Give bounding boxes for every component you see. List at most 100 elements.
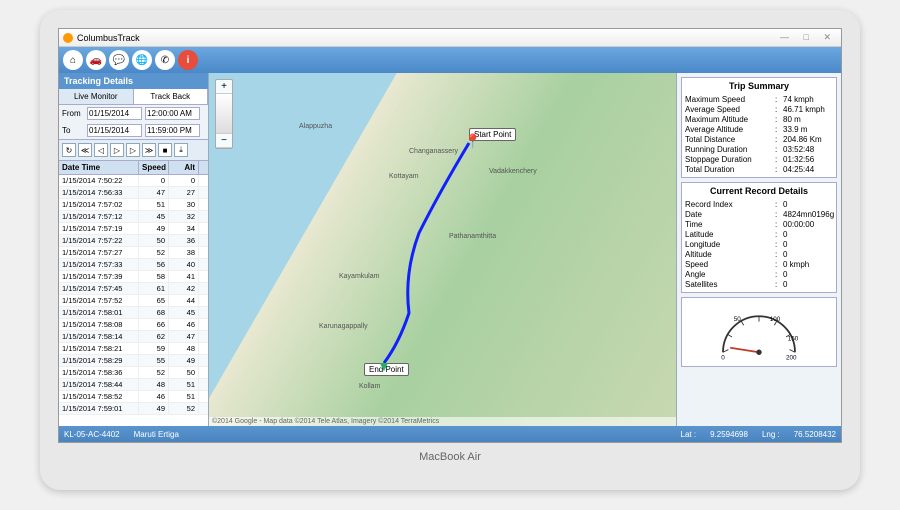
- current-record-title: Current Record Details: [685, 186, 833, 196]
- right-panel: Trip Summary Maximum Speed:74 kmphAverag…: [676, 73, 841, 426]
- summary-row: Average Speed:46.71 kmph: [685, 104, 833, 114]
- summary-row: Total Distance:204.86 Km: [685, 134, 833, 144]
- col-datetime[interactable]: Date Time: [59, 161, 139, 174]
- status-vehicle: Maruti Ertiga: [134, 430, 179, 439]
- left-panel: Tracking Details Live Monitor Track Back…: [59, 73, 209, 426]
- summary-row: Maximum Speed:74 kmph: [685, 94, 833, 104]
- current-record-section: Current Record Details Record Index:0Dat…: [681, 182, 837, 293]
- playback-toolbar: ↻ ≪ ◁ ▷ ▷ ≫ ■ ⤓: [59, 139, 208, 161]
- col-speed[interactable]: Speed: [139, 161, 169, 174]
- from-date-input[interactable]: [87, 107, 142, 120]
- route-path: [209, 73, 676, 426]
- chat-icon[interactable]: 💬: [109, 50, 129, 70]
- tab-track-back[interactable]: Track Back: [134, 89, 209, 104]
- car-icon[interactable]: 🚗: [86, 50, 106, 70]
- window-controls[interactable]: — □ ✕: [780, 32, 837, 43]
- summary-row: Speed:0 kmph: [685, 259, 833, 269]
- info-icon[interactable]: i: [178, 50, 198, 70]
- table-row[interactable]: 1/15/2014 7:58:444851: [59, 379, 208, 391]
- status-lng: 76.5208432: [794, 430, 836, 439]
- col-alt[interactable]: Alt: [169, 161, 199, 174]
- gauge-t2: 100: [770, 316, 781, 323]
- summary-row: Latitude:0: [685, 229, 833, 239]
- summary-row: Angle:0: [685, 269, 833, 279]
- table-row[interactable]: 1/15/2014 7:58:295549: [59, 355, 208, 367]
- globe-icon[interactable]: 🌐: [132, 50, 152, 70]
- map-city-label: Karunagappally: [319, 323, 368, 330]
- summary-row: Satellites:0: [685, 279, 833, 289]
- map-attribution: ©2014 Google - Map data ©2014 Tele Atlas…: [209, 417, 676, 426]
- status-lat-label: Lat :: [681, 430, 697, 439]
- prev-icon[interactable]: ◁: [94, 143, 108, 157]
- map-city-label: Kayamkulam: [339, 273, 379, 280]
- table-row[interactable]: 1/15/2014 7:50:2200: [59, 175, 208, 187]
- table-row[interactable]: 1/15/2014 7:59:014952: [59, 403, 208, 415]
- summary-row: Longitude:0: [685, 239, 833, 249]
- refresh-icon[interactable]: ↻: [62, 143, 76, 157]
- stop-icon[interactable]: ■: [158, 143, 172, 157]
- table-row[interactable]: 1/15/2014 7:57:225036: [59, 235, 208, 247]
- summary-row: Altitude:0: [685, 249, 833, 259]
- to-label: To: [62, 126, 84, 135]
- status-bar: KL-05-AC-4402 Maruti Ertiga Lat : 9.2594…: [59, 426, 841, 442]
- rewind-icon[interactable]: ≪: [78, 143, 92, 157]
- summary-row: Time:00:00:00: [685, 219, 833, 229]
- grid-header: Date Time Speed Alt: [59, 161, 208, 175]
- home-icon[interactable]: ⌂: [63, 50, 83, 70]
- window-title-bar: ColumbusTrack — □ ✕: [59, 29, 841, 47]
- table-row[interactable]: 1/15/2014 7:57:275238: [59, 247, 208, 259]
- trip-summary-section: Trip Summary Maximum Speed:74 kmphAverag…: [681, 77, 837, 178]
- from-label: From: [62, 109, 84, 118]
- table-row[interactable]: 1/15/2014 7:57:456142: [59, 283, 208, 295]
- table-row[interactable]: 1/15/2014 7:58:086646: [59, 319, 208, 331]
- table-row[interactable]: 1/15/2014 7:56:334727: [59, 187, 208, 199]
- grid-body[interactable]: 1/15/2014 7:50:22001/15/2014 7:56:334727…: [59, 175, 208, 426]
- map-city-label: Changanassery: [409, 148, 458, 155]
- table-row[interactable]: 1/15/2014 7:57:395841: [59, 271, 208, 283]
- laptop-brand: MacBook Air: [58, 451, 842, 463]
- speed-gauge: 0 50 100 150 200: [681, 297, 837, 367]
- to-time-input[interactable]: [145, 124, 200, 137]
- export-icon[interactable]: ⤓: [174, 143, 188, 157]
- table-row[interactable]: 1/15/2014 7:57:025130: [59, 199, 208, 211]
- next-icon[interactable]: ▷: [126, 143, 140, 157]
- status-lng-label: Lng :: [762, 430, 780, 439]
- trip-summary-title: Trip Summary: [685, 81, 833, 91]
- summary-row: Maximum Altitude:80 m: [685, 114, 833, 124]
- summary-row: Running Duration:03:52:48: [685, 144, 833, 154]
- tab-live-monitor[interactable]: Live Monitor: [59, 89, 134, 104]
- start-pin-icon: 📍: [464, 133, 481, 150]
- phone-icon[interactable]: ✆: [155, 50, 175, 70]
- table-row[interactable]: 1/15/2014 7:57:124532: [59, 211, 208, 223]
- map-city-label: Kollam: [359, 383, 380, 390]
- table-row[interactable]: 1/15/2014 7:58:146247: [59, 331, 208, 343]
- to-date-input[interactable]: [87, 124, 142, 137]
- gauge-min: 0: [721, 354, 725, 361]
- map-city-label: Kottayam: [389, 173, 419, 180]
- table-row[interactable]: 1/15/2014 7:58:524651: [59, 391, 208, 403]
- map-canvas[interactable]: + − Start Point 📍 End Point ▼ AlappuzhaK…: [209, 73, 676, 426]
- gauge-max: 200: [786, 354, 797, 361]
- status-lat: 9.2594698: [710, 430, 748, 439]
- summary-row: Total Duration:04:25:44: [685, 164, 833, 174]
- end-pin-icon: ▼: [377, 358, 391, 374]
- table-row[interactable]: 1/15/2014 7:58:215948: [59, 343, 208, 355]
- map-city-label: Pathanamthitta: [449, 233, 496, 240]
- from-time-input[interactable]: [145, 107, 200, 120]
- map-city-label: Vadakkenchery: [489, 168, 537, 175]
- table-row[interactable]: 1/15/2014 7:58:365250: [59, 367, 208, 379]
- table-row[interactable]: 1/15/2014 7:57:526544: [59, 295, 208, 307]
- summary-row: Stoppage Duration:01:32:56: [685, 154, 833, 164]
- summary-row: Average Altitude:33.9 m: [685, 124, 833, 134]
- table-row[interactable]: 1/15/2014 7:58:016845: [59, 307, 208, 319]
- ffwd-icon[interactable]: ≫: [142, 143, 156, 157]
- main-toolbar: ⌂ 🚗 💬 🌐 ✆ i: [59, 47, 841, 73]
- summary-row: Date:4824mn0196g: [685, 209, 833, 219]
- summary-row: Record Index:0: [685, 199, 833, 209]
- gauge-t3: 150: [788, 336, 799, 343]
- table-row[interactable]: 1/15/2014 7:57:194934: [59, 223, 208, 235]
- gauge-t1: 50: [734, 316, 742, 323]
- app-logo-icon: [63, 33, 73, 43]
- table-row[interactable]: 1/15/2014 7:57:335640: [59, 259, 208, 271]
- play-icon[interactable]: ▷: [110, 143, 124, 157]
